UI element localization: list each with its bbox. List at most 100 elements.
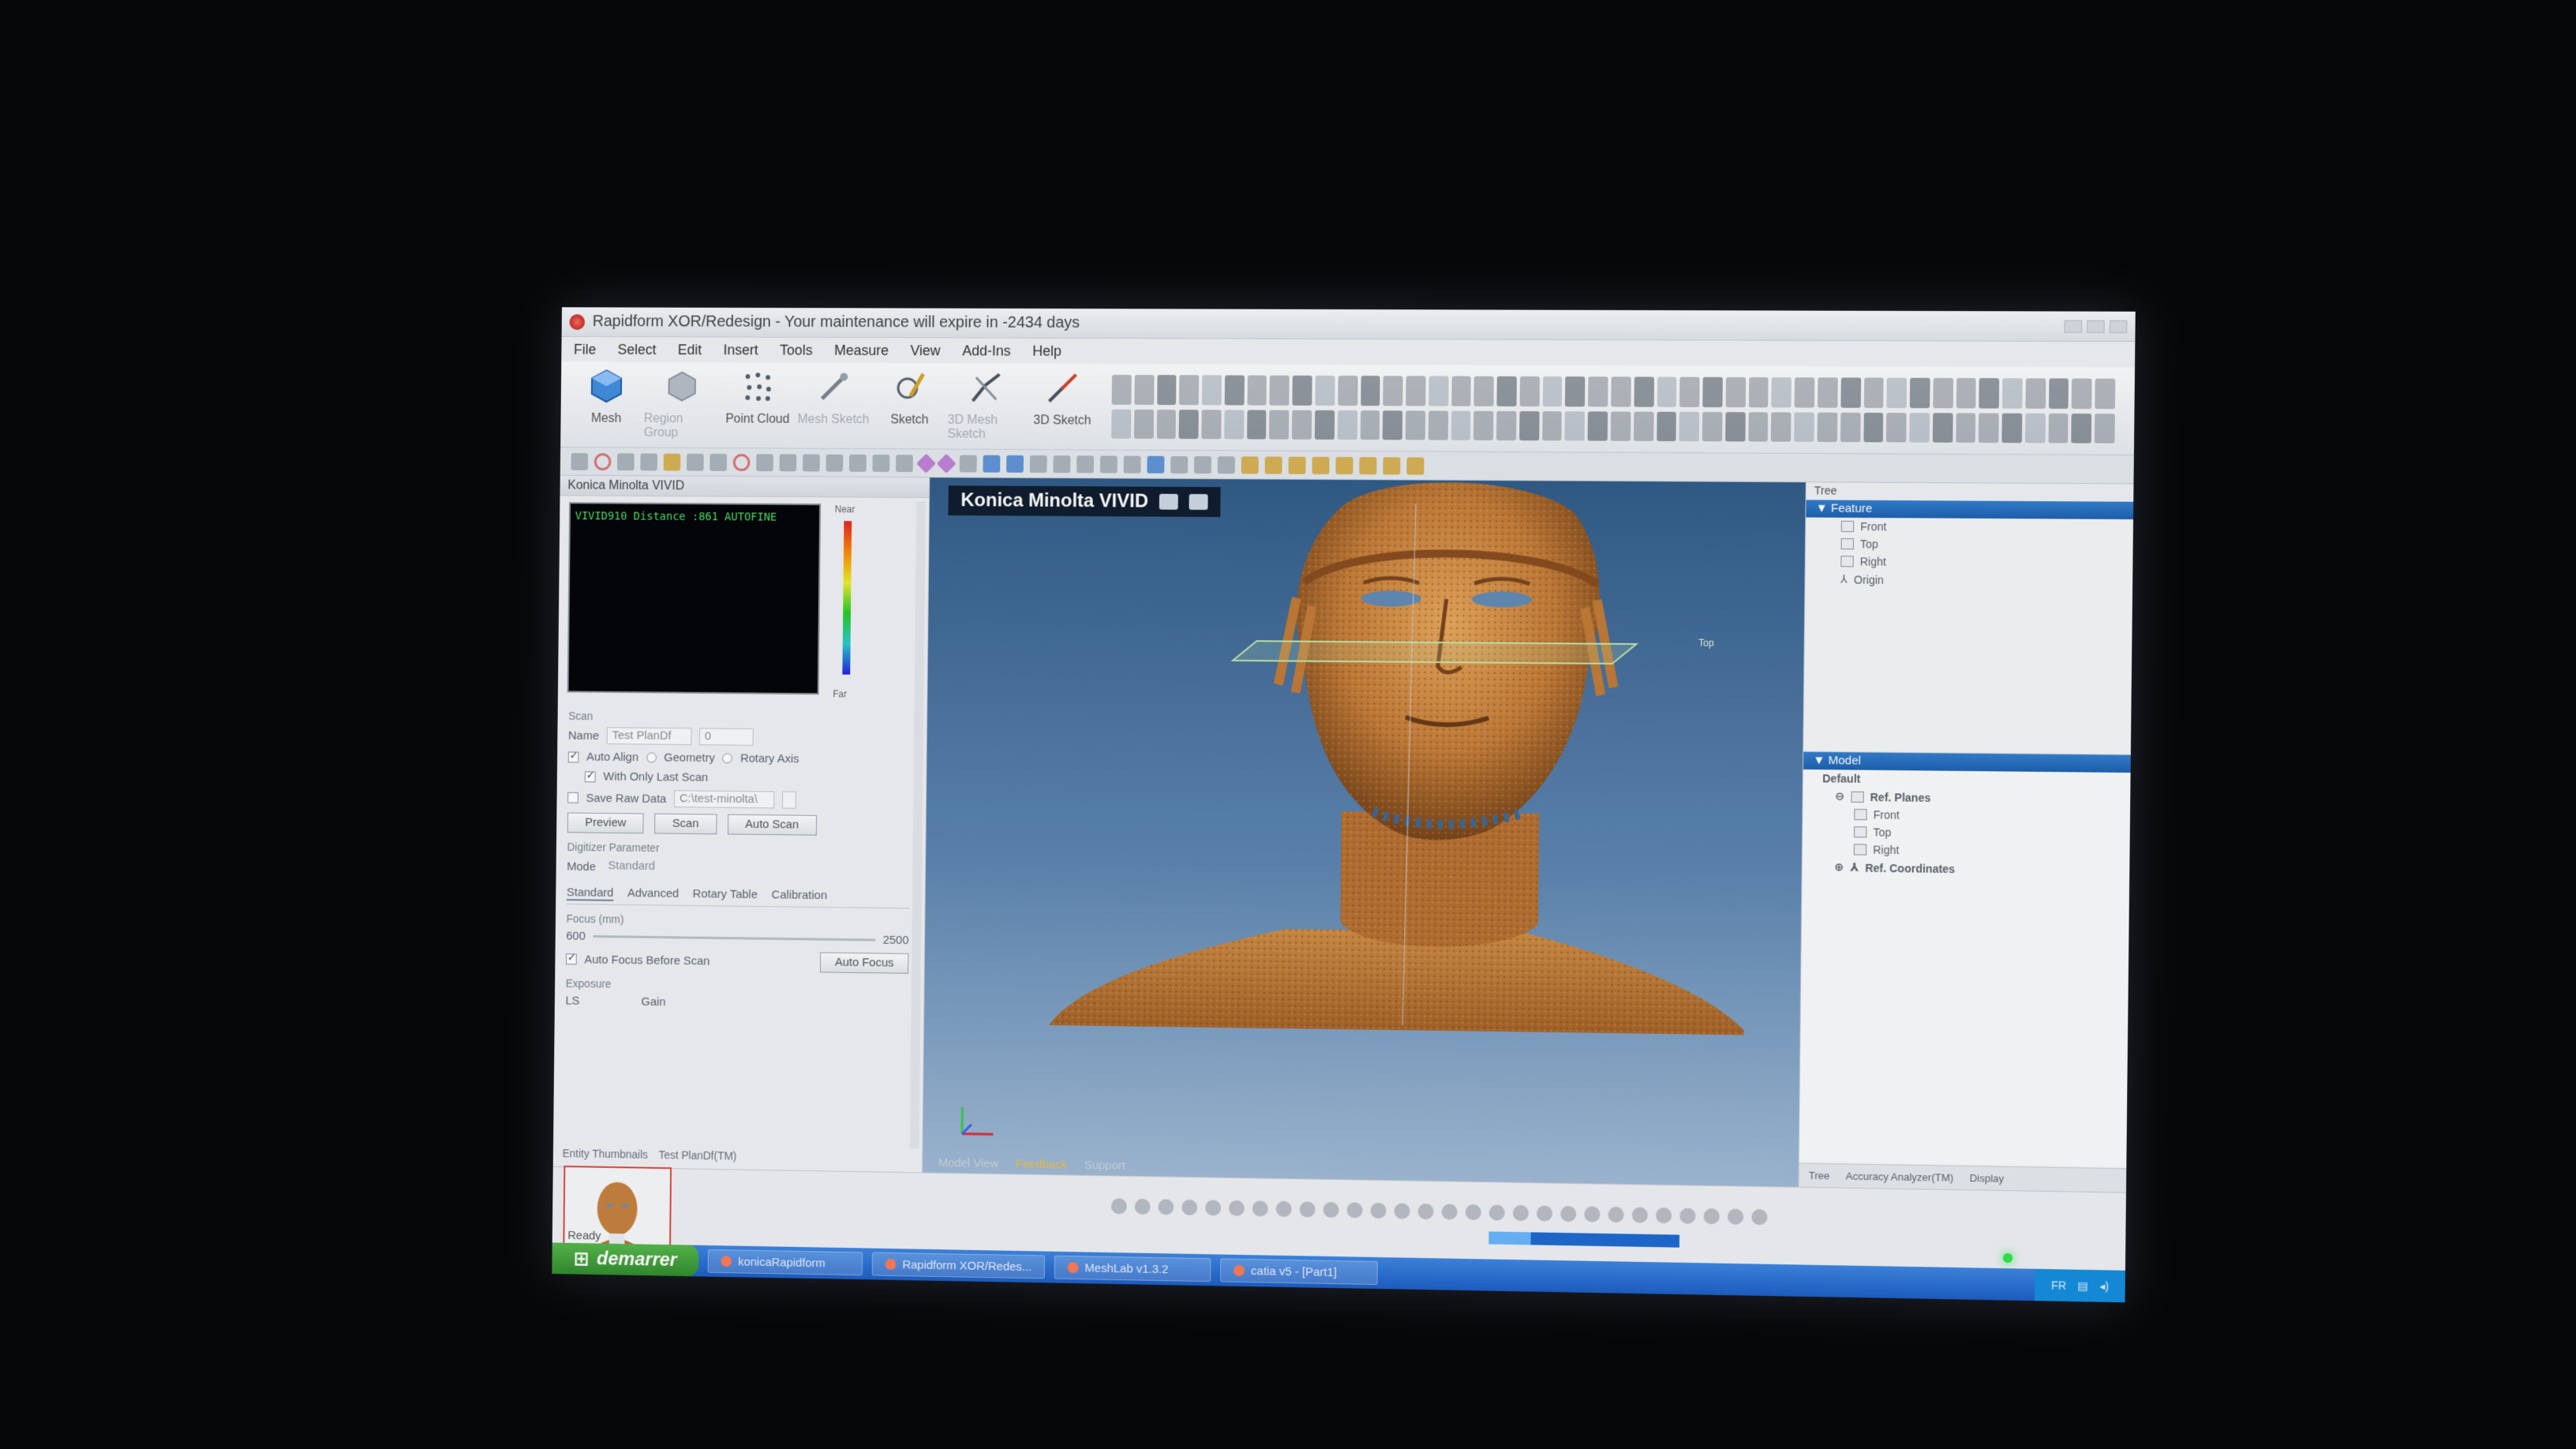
mode-select[interactable]: Standard — [604, 858, 689, 876]
ribbon-tool-icon[interactable] — [1702, 411, 1723, 442]
ribbon-tool-icon[interactable] — [1633, 411, 1654, 441]
ribbon-tool-icon[interactable] — [1315, 375, 1335, 406]
save-path-input[interactable]: C:\test-minolta\ — [674, 790, 775, 809]
tab-standard[interactable]: Standard — [566, 886, 614, 901]
tab-tree[interactable]: Tree — [1809, 1170, 1830, 1182]
feature-header[interactable]: ▼ Feature — [1806, 500, 2134, 520]
bottom-tool-icon[interactable] — [1346, 1202, 1363, 1219]
bottom-tool-icon[interactable] — [1252, 1200, 1268, 1217]
view-left-icon[interactable] — [1076, 455, 1095, 473]
ribbon-tool-icon[interactable] — [1247, 375, 1267, 406]
ribbon-tool-icon[interactable] — [1656, 411, 1677, 442]
ribbon-tool-icon[interactable] — [1519, 376, 1540, 406]
bottom-tool-icon[interactable] — [1417, 1203, 1434, 1220]
filter-icon-7[interactable] — [1383, 456, 1401, 474]
view-right-icon[interactable] — [1053, 455, 1071, 473]
view-top-icon[interactable] — [1029, 455, 1047, 473]
ribbon-tool-icon[interactable] — [1657, 376, 1677, 407]
ribbon-tool-icon[interactable] — [1428, 376, 1449, 406]
expand-icon[interactable]: ⊖ — [1835, 790, 1844, 803]
undo-icon[interactable] — [686, 453, 704, 471]
ribbon-tool-icon[interactable] — [1451, 410, 1471, 440]
bottom-tool-icon[interactable] — [1394, 1203, 1410, 1219]
ribbon-tool-icon[interactable] — [1564, 410, 1586, 441]
ribbon-tool-icon[interactable] — [2048, 378, 2069, 409]
bottom-tool-icon[interactable] — [1512, 1204, 1530, 1222]
ribbon-tool-icon[interactable] — [1724, 411, 1746, 442]
ribbon-tool-icon[interactable] — [1292, 410, 1312, 440]
menu-edit[interactable]: Edit — [678, 342, 702, 358]
diamond-view-icon[interactable] — [915, 453, 937, 474]
ribbon-tool-icon[interactable] — [1314, 410, 1335, 440]
diamond-select-icon[interactable] — [936, 453, 957, 474]
ribbon-tool-icon[interactable] — [1794, 377, 1815, 408]
ribbon-tool-icon[interactable] — [2095, 413, 2115, 444]
ribbon-tool-icon[interactable] — [1201, 375, 1222, 405]
name-index-input[interactable]: 0 — [698, 728, 754, 746]
volume-icon[interactable]: ◂) — [2099, 1279, 2109, 1293]
ribbon-tool-icon[interactable] — [1179, 375, 1200, 405]
last-scan-checkbox[interactable] — [584, 770, 596, 782]
auto-focus-checkbox[interactable] — [566, 953, 577, 965]
bottom-tool-icon[interactable] — [1158, 1199, 1174, 1215]
mesh-sketch-button[interactable]: Mesh Sketch — [796, 367, 872, 444]
ribbon-tool-icon[interactable] — [1863, 412, 1884, 443]
filter-icon-4[interactable] — [1312, 456, 1330, 474]
menu-select[interactable]: Select — [618, 341, 657, 358]
ribbon-tool-icon[interactable] — [1909, 377, 1930, 408]
menu-tools[interactable]: Tools — [780, 342, 812, 358]
ribbon-tool-icon[interactable] — [1406, 376, 1426, 406]
menu-measure[interactable]: Measure — [834, 342, 889, 358]
mesh-sketch-3d-button[interactable]: 3D Mesh Sketch — [947, 368, 1024, 444]
stop-icon[interactable] — [732, 453, 751, 471]
ribbon-tool-icon[interactable] — [1451, 376, 1472, 406]
view-shaded-icon[interactable] — [1006, 455, 1024, 473]
name-input[interactable]: Test PlanDf — [606, 727, 692, 746]
ribbon-tool-icon[interactable] — [1611, 376, 1631, 407]
ribbon-tool-icon[interactable] — [1246, 409, 1267, 440]
bottom-tool-icon[interactable] — [1299, 1201, 1316, 1218]
ribbon-tool-icon[interactable] — [1382, 410, 1403, 440]
ribbon-tool-icon[interactable] — [1383, 376, 1403, 406]
auto-align-checkbox[interactable] — [567, 751, 579, 762]
ribbon-tool-icon[interactable] — [1134, 375, 1155, 405]
3d-viewport[interactable]: Konica Minolta VIVID Top Model View Feed… — [923, 477, 1806, 1187]
ribbon-tool-icon[interactable] — [1405, 410, 1425, 440]
task-konica[interactable]: konicaRapidform — [707, 1249, 863, 1276]
ribbon-tool-icon[interactable] — [1679, 376, 1700, 407]
ribbon-tool-icon[interactable] — [1817, 412, 1838, 443]
filter-icon-6[interactable] — [1359, 456, 1377, 474]
bottom-tool-icon[interactable] — [1631, 1207, 1649, 1223]
view-iso-icon[interactable] — [983, 455, 1001, 473]
ribbon-tool-icon[interactable] — [1794, 412, 1814, 442]
ribbon-tool-icon[interactable] — [1156, 375, 1177, 405]
filter-icon-5[interactable] — [1335, 456, 1354, 474]
feature-top[interactable]: Top — [1806, 535, 2133, 555]
ribbon-tool-icon[interactable] — [2001, 413, 2023, 444]
tab-accuracy-analyzer[interactable]: Accuracy Analyzer(TM) — [1846, 1170, 1954, 1184]
ribbon-tool-icon[interactable] — [1496, 376, 1517, 406]
ribbon-tool-icon[interactable] — [1360, 410, 1380, 440]
bottom-tool-icon[interactable] — [1608, 1206, 1624, 1223]
filter-icon-3[interactable] — [1288, 456, 1306, 474]
ribbon-tool-icon[interactable] — [1909, 412, 1930, 443]
ribbon-tool-icon[interactable] — [1178, 409, 1199, 440]
ribbon-tool-icon[interactable] — [1473, 376, 1494, 406]
expand-icon[interactable]: ⊕ — [1834, 860, 1844, 874]
ribbon-tool-icon[interactable] — [2095, 378, 2116, 409]
filter-icon-8[interactable] — [1406, 456, 1425, 475]
measure-icon[interactable] — [1170, 455, 1189, 474]
menu-insert[interactable]: Insert — [724, 342, 758, 358]
ribbon-tool-icon[interactable] — [1133, 409, 1154, 439]
zoom-icon[interactable] — [802, 454, 820, 471]
ribbon-tool-icon[interactable] — [1588, 376, 1608, 406]
bottom-tool-icon[interactable] — [1465, 1204, 1481, 1221]
ribbon-tool-icon[interactable] — [1360, 376, 1380, 406]
view-front-icon[interactable] — [959, 455, 977, 473]
redo-icon[interactable] — [710, 453, 728, 471]
bottom-tool-icon[interactable] — [1727, 1208, 1744, 1225]
import-icon[interactable] — [640, 453, 658, 470]
ribbon-tool-icon[interactable] — [1817, 377, 1838, 408]
tab-model-view[interactable]: Model View — [938, 1155, 998, 1170]
ribbon-tool-icon[interactable] — [1725, 376, 1746, 407]
